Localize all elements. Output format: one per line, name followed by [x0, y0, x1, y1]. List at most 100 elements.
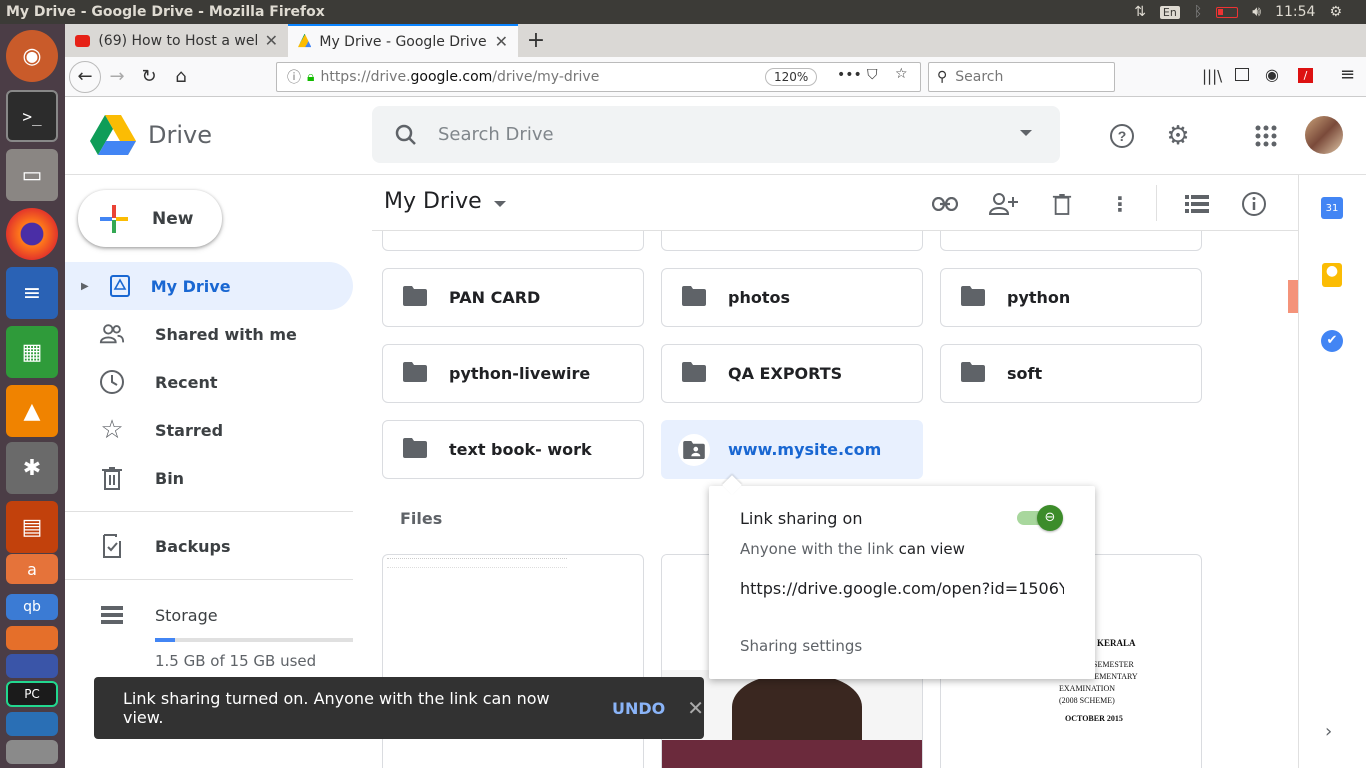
close-icon[interactable]: ✕	[687, 696, 704, 720]
tab-label: My Drive - Google Drive	[319, 33, 487, 50]
folder-item[interactable]: QA EXPORTS	[661, 344, 923, 403]
search-options-icon[interactable]	[1020, 130, 1032, 136]
drive-logo[interactable]: Drive	[90, 115, 212, 155]
folder-item[interactable]: photos	[661, 268, 923, 327]
link-icon[interactable]	[930, 189, 960, 219]
calendar-icon[interactable]: 31	[1321, 197, 1343, 219]
sidebar-item-backups[interactable]: Backups	[65, 522, 353, 570]
impress-icon[interactable]: ▤	[6, 501, 58, 553]
sidebar-item-my-drive[interactable]: ▶ My Drive	[65, 262, 353, 310]
pycharm-icon[interactable]: PC	[6, 681, 58, 707]
folder-item[interactable]: PAN CARD	[382, 268, 644, 327]
clock[interactable]: 11:54	[1275, 4, 1315, 20]
tab-youtube[interactable]: (69) How to Host a webs ✕	[65, 24, 288, 57]
keyboard-indicator[interactable]: En	[1159, 5, 1180, 19]
add-person-icon[interactable]	[989, 189, 1019, 219]
more-vert-icon[interactable]: ⋮	[1105, 189, 1135, 219]
forward-button[interactable]: →	[101, 61, 133, 93]
person-shirt-image	[662, 740, 922, 768]
sidebar-item-shared[interactable]: Shared with me	[65, 310, 353, 358]
ubuntu-icon[interactable]: ◉	[6, 30, 58, 82]
writer-icon[interactable]: ≡	[6, 267, 58, 319]
expand-arrow-icon[interactable]: ▶	[81, 281, 89, 292]
bookmark-star-icon[interactable]: ☆	[895, 66, 908, 82]
folder-item[interactable]	[661, 231, 923, 251]
terminal-icon[interactable]: >_	[6, 90, 58, 142]
share-link-field[interactable]: https://drive.google.com/open?id=1506Y	[740, 579, 1064, 598]
qbittorrent-icon[interactable]: qb	[6, 594, 58, 620]
page-title-text: My Drive	[384, 189, 482, 214]
page-title[interactable]: My Drive	[384, 189, 506, 214]
doc-line: (2008 SCHEME)	[1059, 696, 1115, 705]
url-bar[interactable]: ⓘ 🔒︎ https://drive. google.com /drive/my…	[276, 62, 921, 92]
folder-item[interactable]	[382, 231, 644, 251]
account-icon[interactable]: ◉	[1265, 65, 1279, 84]
back-button[interactable]: ←	[69, 60, 101, 93]
bluetooth-icon[interactable]: ᛒ	[1194, 4, 1202, 20]
chevron-right-icon[interactable]: ›	[1325, 721, 1332, 742]
sidebar-item-label: Starred	[155, 420, 224, 440]
tasks-icon[interactable]: ✔	[1321, 330, 1343, 352]
files-icon[interactable]: ▭	[6, 149, 58, 201]
sidebar-item-bin[interactable]: Bin	[65, 454, 353, 502]
settings-icon[interactable]: ⚙	[1163, 121, 1193, 151]
popup-title: Link sharing on	[740, 509, 863, 528]
sidebar-icon[interactable]	[1235, 68, 1249, 81]
browser-search-bar[interactable]: ⚲ Search	[928, 62, 1115, 92]
sidebar-item-label: Shared with me	[155, 324, 297, 344]
folder-name: www.mysite.com	[728, 440, 882, 459]
folder-item[interactable]: python-livewire	[382, 344, 644, 403]
tab-drive[interactable]: My Drive - Google Drive ✕	[288, 24, 518, 57]
zoom-indicator[interactable]: 120%	[765, 68, 818, 86]
reload-button[interactable]: ↻	[133, 61, 165, 93]
desc-strong[interactable]: can view	[899, 540, 965, 558]
info-icon[interactable]	[1239, 189, 1269, 219]
help-icon[interactable]: ?	[1107, 121, 1137, 151]
amazon-icon[interactable]: a	[6, 554, 58, 584]
new-tab-button[interactable]: +	[518, 24, 554, 57]
network-icon[interactable]: ⇅	[1134, 4, 1146, 20]
undo-button[interactable]: UNDO	[612, 699, 665, 718]
folder-item[interactable]	[940, 231, 1202, 251]
page-actions-icon[interactable]: •••	[837, 67, 862, 83]
apps-grid-icon[interactable]	[1251, 121, 1281, 151]
close-tab-icon[interactable]: ✕	[495, 32, 508, 51]
sidebar-item-recent[interactable]: Recent	[65, 358, 353, 406]
system-tray: ⇅ En ᛒ 🔊︎ 11:54 ⚙	[1134, 4, 1366, 20]
link-sharing-toggle[interactable]: ⊖	[1017, 505, 1063, 531]
network-app-icon[interactable]: ✱	[6, 442, 58, 494]
app-icon[interactable]	[6, 626, 58, 650]
avatar[interactable]	[1305, 116, 1343, 154]
trash-launcher-icon[interactable]	[6, 740, 58, 764]
folder-item[interactable]: soft	[940, 344, 1202, 403]
home-button[interactable]: ⌂	[165, 61, 197, 93]
sidebar-item-storage[interactable]: Storage	[65, 591, 353, 639]
calc-icon[interactable]: ▦	[6, 326, 58, 378]
folder-item-selected[interactable]: www.mysite.com	[661, 420, 923, 479]
menu-icon[interactable]: ≡	[1340, 64, 1355, 85]
list-view-icon[interactable]	[1182, 189, 1212, 219]
drive-search-input[interactable]: Search Drive	[372, 106, 1060, 163]
close-tab-icon[interactable]: ✕	[265, 31, 278, 50]
vlc-icon[interactable]: ▲	[6, 385, 58, 437]
sidebar-item-starred[interactable]: ☆ Starred	[65, 406, 353, 454]
scroll-indicator[interactable]	[1288, 280, 1298, 313]
sharing-settings-link[interactable]: Sharing settings	[740, 637, 862, 655]
volume-icon[interactable]: 🔊︎	[1252, 4, 1261, 20]
firefox-icon[interactable]	[6, 208, 58, 260]
pocket-icon[interactable]: ⛉	[867, 67, 878, 83]
star-icon: ☆	[100, 415, 124, 445]
folder-item[interactable]: text book- work	[382, 420, 644, 479]
delete-icon[interactable]	[1047, 189, 1077, 219]
power-icon[interactable]: ⚙	[1329, 4, 1342, 20]
keep-icon[interactable]: ●	[1322, 263, 1342, 287]
folder-item[interactable]: python	[940, 268, 1202, 327]
extension-icon[interactable]: /	[1298, 68, 1313, 83]
info-icon[interactable]: ⓘ	[287, 67, 301, 87]
new-button[interactable]: New	[78, 190, 222, 247]
snackbar: Link sharing turned on. Anyone with the …	[94, 677, 704, 739]
app3-icon[interactable]	[6, 712, 58, 736]
library-icon[interactable]: |||\	[1202, 67, 1222, 85]
battery-icon[interactable]	[1216, 6, 1239, 18]
app2-icon[interactable]	[6, 654, 58, 678]
